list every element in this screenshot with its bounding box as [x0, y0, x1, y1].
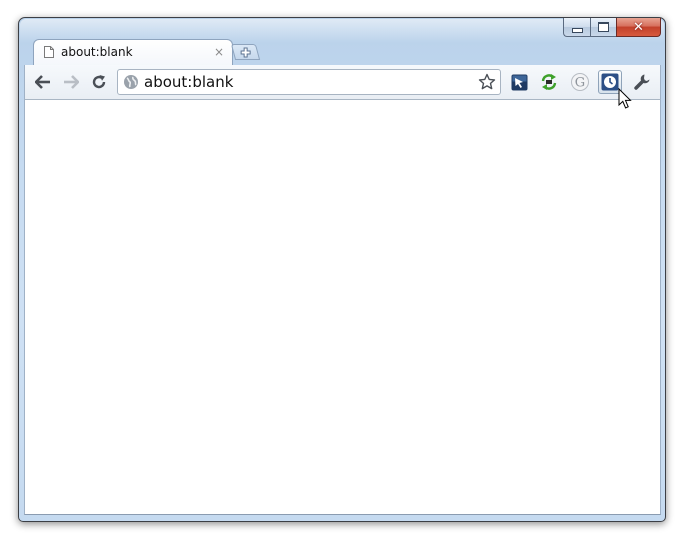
reload-button[interactable]	[87, 71, 111, 93]
wrench-icon	[634, 74, 650, 90]
wrench-menu-button[interactable]	[630, 70, 654, 94]
sync-extension-icon	[541, 74, 557, 90]
page-content[interactable]	[24, 100, 661, 515]
sync-extension-button[interactable]	[537, 70, 561, 94]
maximize-icon	[598, 22, 609, 32]
forward-arrow-icon	[64, 75, 79, 89]
globe-icon	[124, 75, 138, 89]
tab-about-blank[interactable]: about:blank ×	[33, 39, 233, 66]
mouse-cursor-icon	[618, 88, 632, 109]
forward-button[interactable]	[59, 71, 83, 93]
clock-extension-icon	[601, 73, 619, 91]
browser-window: ✕ about:blank × about:blank G	[18, 17, 666, 522]
pointer-extension-icon	[511, 74, 527, 90]
omnibox[interactable]: about:blank	[117, 69, 501, 95]
google-extension-button[interactable]: G	[568, 70, 592, 94]
tab-close-icon[interactable]: ×	[212, 45, 226, 59]
page-icon	[44, 46, 54, 58]
bookmark-star-button[interactable]	[477, 72, 497, 92]
svg-text:G: G	[575, 76, 585, 91]
maximize-button[interactable]	[590, 18, 616, 37]
minimize-icon	[571, 27, 583, 33]
back-button[interactable]	[31, 71, 55, 93]
google-extension-icon: G	[571, 73, 589, 91]
minimize-button[interactable]	[563, 18, 590, 37]
pointer-extension-button[interactable]	[507, 70, 531, 94]
star-icon	[478, 73, 496, 90]
plus-icon	[240, 43, 251, 62]
url-text: about:blank	[144, 73, 234, 91]
new-tab-button[interactable]	[230, 43, 261, 62]
back-arrow-icon	[35, 75, 50, 89]
reload-icon	[92, 75, 106, 89]
toolbar: about:blank G	[24, 65, 661, 100]
close-window-button[interactable]: ✕	[616, 18, 661, 37]
close-icon: ✕	[633, 19, 644, 35]
tab-title: about:blank	[61, 45, 133, 59]
window-controls: ✕	[563, 18, 661, 38]
